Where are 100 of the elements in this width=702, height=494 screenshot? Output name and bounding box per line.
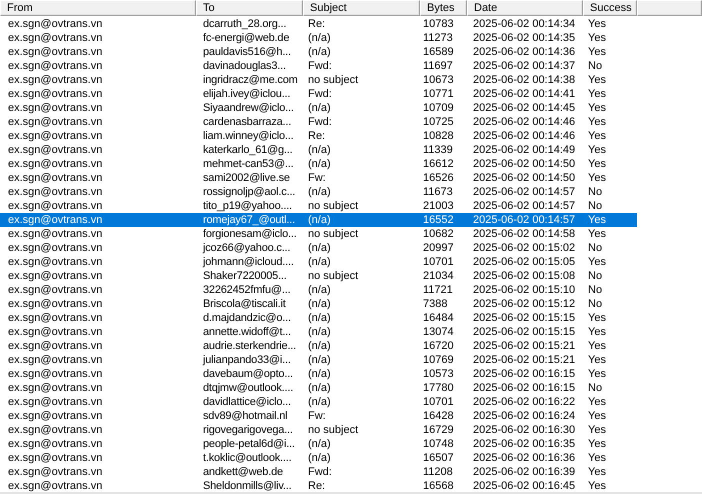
table-cell: no subject [308,73,358,87]
table-cell: sami2002@live.se [203,171,290,185]
table-cell: 2025-06-02 00:16:39 [473,465,576,479]
table-cell: no subject [308,227,358,241]
table-cell: audrie.sterkendrie... [203,339,296,353]
table-cell: 2025-06-02 00:15:02 [473,241,576,255]
table-cell: (n/a) [308,451,331,465]
table-row[interactable]: ex.sgn@ovtrans.vn katerkarlo_61@g... (n/a) 11339 2025-06-02 00:14:49 Yes [0,143,637,157]
table-row[interactable]: ex.sgn@ovtrans.vn forgionesam@iclo... no subject 10682 2025-06-02 00:14:58 Yes [0,227,637,241]
column-header[interactable]: Success [583,0,637,16]
table-row[interactable]: ex.sgn@ovtrans.vn Sheldonmills@liv... Re: 16568 2025-06-02 00:16:45 Yes [0,479,637,492]
table-row[interactable]: ex.sgn@ovtrans.vn rossignoljp@aol.c... (n/a) 11673 2025-06-02 00:14:57 No [0,185,637,199]
table-row[interactable]: ex.sgn@ovtrans.vn people-petal6d@i... (n/a) 10748 2025-06-02 00:16:35 Yes [0,437,637,451]
table-row[interactable]: ex.sgn@ovtrans.vn tito_p19@yahoo.... no subject 21003 2025-06-02 00:14:57 No [0,199,637,213]
column-header[interactable]: From [0,0,196,16]
table-cell: (n/a) [308,297,331,311]
table-cell: 10701 [423,255,454,269]
column-header[interactable]: Bytes [420,0,467,16]
column-header[interactable]: Subject [303,0,420,16]
table-row[interactable]: ex.sgn@ovtrans.vn romejay67_@outl... (n/a) 16552 2025-06-02 00:14:57 Yes [0,213,637,227]
table-cell: 16526 [423,171,454,185]
table-cell: ex.sgn@ovtrans.vn [8,199,102,213]
table-cell: pauldavis516@h... [203,45,291,59]
table-row[interactable]: ex.sgn@ovtrans.vn dtqjmw@outlook.... (n/a) 17780 2025-06-02 00:16:15 No [0,381,637,395]
table-cell: Yes [588,129,606,143]
table-cell: 16568 [423,479,454,492]
table-cell: 7388 [423,297,448,311]
table-row[interactable]: ex.sgn@ovtrans.vn andkett@web.de Fwd: 11208 2025-06-02 00:16:39 Yes [0,465,637,479]
table-cell: 2025-06-02 00:15:15 [473,325,576,339]
table-cell: ex.sgn@ovtrans.vn [8,101,102,115]
table-row[interactable]: ex.sgn@ovtrans.vn davinadouglas3... Fwd: 11697 2025-06-02 00:14:37 No [0,59,637,73]
table-cell: andkett@web.de [203,465,283,479]
table-row[interactable]: ex.sgn@ovtrans.vn dcarruth_28.org... Re: 10783 2025-06-02 00:14:34 Yes [0,17,637,31]
table-cell: Yes [588,437,606,451]
table-cell: 10709 [423,101,454,115]
table-cell: davinadouglas3... [203,59,286,73]
table-cell: 2025-06-02 00:16:36 [473,451,576,465]
table-row[interactable]: ex.sgn@ovtrans.vn cardenasbarraza... Fwd: 10725 2025-06-02 00:14:46 Yes [0,115,637,129]
table-cell: cardenasbarraza... [203,115,292,129]
table-cell: Fwd: [308,87,332,101]
table-cell: no subject [308,423,358,437]
table-row[interactable]: ex.sgn@ovtrans.vn mehmet-can53@... (n/a) 16612 2025-06-02 00:14:50 Yes [0,157,637,171]
table-cell: fc-energi@web.de [203,31,290,45]
table-cell: (n/a) [308,283,331,297]
table-cell: dcarruth_28.org... [203,17,286,31]
table-cell: romejay67_@outl... [203,213,295,227]
table-row[interactable]: ex.sgn@ovtrans.vn davidlattice@iclo... (n/a) 10701 2025-06-02 00:16:22 Yes [0,395,637,409]
table-cell: ex.sgn@ovtrans.vn [8,395,102,409]
table-cell: 10783 [423,17,454,31]
table-row[interactable]: ex.sgn@ovtrans.vn Siyaandrew@iclo... (n/a) 10709 2025-06-02 00:14:45 Yes [0,101,637,115]
table-cell: (n/a) [308,353,331,367]
table-row[interactable]: ex.sgn@ovtrans.vn 32262452fmfu@... (n/a) 11721 2025-06-02 00:15:10 No [0,283,637,297]
table-row[interactable]: ex.sgn@ovtrans.vn rigovegarigovega... no subject 16729 2025-06-02 00:16:30 Yes [0,423,637,437]
table-cell: 21034 [423,269,454,283]
table-row[interactable]: ex.sgn@ovtrans.vn liam.winney@iclo... Re: 10828 2025-06-02 00:14:46 Yes [0,129,637,143]
table-cell: ex.sgn@ovtrans.vn [8,437,102,451]
table-cell: Yes [588,87,606,101]
table-row[interactable]: ex.sgn@ovtrans.vn Shaker7220005... no subject 21034 2025-06-02 00:15:08 No [0,269,637,283]
table-cell: 2025-06-02 00:14:57 [473,185,576,199]
table-cell: 10771 [423,87,454,101]
table-cell: ex.sgn@ovtrans.vn [8,87,102,101]
table-cell: 2025-06-02 00:16:30 [473,423,576,437]
table-row[interactable]: ex.sgn@ovtrans.vn sami2002@live.se Fw: 16526 2025-06-02 00:14:50 Yes [0,171,637,185]
table-cell: 2025-06-02 00:14:45 [473,101,576,115]
table-cell: 2025-06-02 00:14:38 [473,73,576,87]
table-row[interactable]: ex.sgn@ovtrans.vn d.majdandzic@o... (n/a) 16484 2025-06-02 00:15:15 Yes [0,311,637,325]
table-cell: 2025-06-02 00:14:36 [473,45,576,59]
table-cell: Fw: [308,171,326,185]
table-cell: ex.sgn@ovtrans.vn [8,339,102,353]
table-row[interactable]: ex.sgn@ovtrans.vn ingridracz@me.com no subject 10673 2025-06-02 00:14:38 Yes [0,73,637,87]
table-cell: 16589 [423,45,454,59]
table-cell: ex.sgn@ovtrans.vn [8,465,102,479]
table-cell: 2025-06-02 00:14:58 [473,227,576,241]
table-cell: ex.sgn@ovtrans.vn [8,185,102,199]
table-row[interactable]: ex.sgn@ovtrans.vn davebaum@opto... (n/a) 10573 2025-06-02 00:16:15 Yes [0,367,637,381]
table-row[interactable]: ex.sgn@ovtrans.vn sdv89@hotmail.nl Fw: 16428 2025-06-02 00:16:24 Yes [0,409,637,423]
table-cell: ex.sgn@ovtrans.vn [8,423,102,437]
table-cell: (n/a) [308,367,331,381]
table-row[interactable]: ex.sgn@ovtrans.vn fc-energi@web.de (n/a) 11273 2025-06-02 00:14:35 Yes [0,31,637,45]
table-row[interactable]: ex.sgn@ovtrans.vn annette.widoff@t... (n/a) 13074 2025-06-02 00:15:15 Yes [0,325,637,339]
table-cell: Re: [308,129,326,143]
table-cell: ex.sgn@ovtrans.vn [8,297,102,311]
table-cell: 2025-06-02 00:14:49 [473,143,576,157]
table-cell: 11339 [423,143,453,157]
table-cell: ex.sgn@ovtrans.vn [8,157,102,171]
column-header[interactable]: Date [467,0,583,16]
table-row[interactable]: ex.sgn@ovtrans.vn t.koklic@outlook.... (n/a) 16507 2025-06-02 00:16:36 Yes [0,451,637,465]
table-cell: (n/a) [308,255,331,269]
table-cell: 2025-06-02 00:14:37 [473,59,576,73]
column-header[interactable]: To [196,0,303,16]
table-cell: 2025-06-02 00:15:08 [473,269,576,283]
table-row[interactable]: ex.sgn@ovtrans.vn jcoz66@yahoo.c... (n/a) 20997 2025-06-02 00:15:02 No [0,241,637,255]
table-row[interactable]: ex.sgn@ovtrans.vn pauldavis516@h... (n/a) 16589 2025-06-02 00:14:36 Yes [0,45,637,59]
table-row[interactable]: ex.sgn@ovtrans.vn johmann@icloud.... (n/a) 10701 2025-06-02 00:15:05 Yes [0,255,637,269]
table-cell: (n/a) [308,325,331,339]
table-row[interactable]: ex.sgn@ovtrans.vn elijah.ivey@iclou... Fwd: 10771 2025-06-02 00:14:41 Yes [0,87,637,101]
table-cell: 2025-06-02 00:14:57 [473,199,576,213]
table-row[interactable]: ex.sgn@ovtrans.vn julianpando33@i... (n/a) 10769 2025-06-02 00:15:21 Yes [0,353,637,367]
table-row[interactable]: ex.sgn@ovtrans.vn Briscola@tiscali.it (n/a) 7388 2025-06-02 00:15:12 No [0,297,637,311]
table-row[interactable]: ex.sgn@ovtrans.vn audrie.sterkendrie... (n/a) 16720 2025-06-02 00:15:21 Yes [0,339,637,353]
